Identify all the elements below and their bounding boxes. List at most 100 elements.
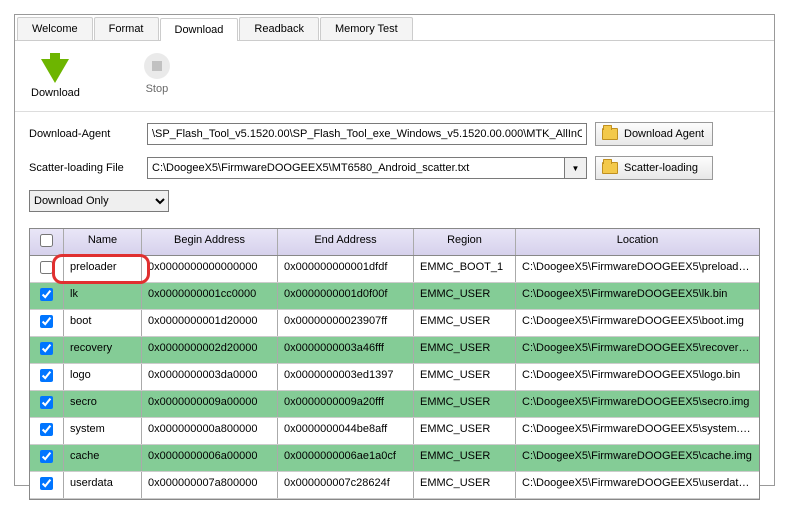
cell-location: C:\DoogeeX5\FirmwareDOOGEEX5\secro.img xyxy=(516,391,759,417)
header-name[interactable]: Name xyxy=(64,229,142,255)
table-row[interactable]: recovery0x0000000002d200000x0000000003a4… xyxy=(30,337,759,364)
cell-begin: 0x0000000001cc0000 xyxy=(142,283,278,309)
cell-begin: 0x0000000001d20000 xyxy=(142,310,278,336)
folder-icon xyxy=(602,128,618,140)
cell-end: 0x000000000001dfdf xyxy=(278,256,414,282)
header-begin[interactable]: Begin Address xyxy=(142,229,278,255)
table-row[interactable]: logo0x0000000003da00000x0000000003ed1397… xyxy=(30,364,759,391)
cell-begin: 0x0000000000000000 xyxy=(142,256,278,282)
form-area: Download-Agent Download Agent Scatter-lo… xyxy=(15,112,774,228)
scatter-file-input[interactable] xyxy=(147,157,565,179)
cell-region: EMMC_USER xyxy=(414,337,516,363)
row-checkbox-cell xyxy=(30,256,64,282)
tab-bar: Welcome Format Download Readback Memory … xyxy=(15,15,774,41)
cell-region: EMMC_USER xyxy=(414,472,516,498)
cell-region: EMMC_USER xyxy=(414,418,516,444)
stop-label: Stop xyxy=(146,83,169,95)
header-region[interactable]: Region xyxy=(414,229,516,255)
download-mode-select[interactable]: Download Only xyxy=(29,190,169,212)
row-checkbox[interactable] xyxy=(40,261,53,274)
row-checkbox[interactable] xyxy=(40,315,53,328)
tab-welcome[interactable]: Welcome xyxy=(17,17,93,40)
table-row[interactable]: secro0x0000000009a000000x0000000009a20ff… xyxy=(30,391,759,418)
row-checkbox-cell xyxy=(30,445,64,471)
download-button[interactable]: Download xyxy=(31,53,80,99)
select-all-checkbox[interactable] xyxy=(40,234,53,247)
row-checkbox[interactable] xyxy=(40,477,53,490)
scatter-loading-button[interactable]: Scatter-loading xyxy=(595,156,713,180)
header-location[interactable]: Location xyxy=(516,229,759,255)
table-row[interactable]: cache0x0000000006a000000x0000000006ae1a0… xyxy=(30,445,759,472)
row-checkbox[interactable] xyxy=(40,342,53,355)
main-window: Welcome Format Download Readback Memory … xyxy=(14,14,775,486)
cell-name: cache xyxy=(64,445,142,471)
cell-begin: 0x000000000a800000 xyxy=(142,418,278,444)
cell-region: EMMC_USER xyxy=(414,310,516,336)
table-row[interactable]: userdata0x000000007a8000000x000000007c28… xyxy=(30,472,759,499)
cell-location: C:\DoogeeX5\FirmwareDOOGEEX5\lk.bin xyxy=(516,283,759,309)
stop-icon xyxy=(144,53,170,79)
partition-table: Name Begin Address End Address Region Lo… xyxy=(29,228,760,500)
row-checkbox-cell xyxy=(30,472,64,498)
table-row[interactable]: boot0x0000000001d200000x00000000023907ff… xyxy=(30,310,759,337)
row-checkbox-cell xyxy=(30,310,64,336)
cell-region: EMMC_USER xyxy=(414,391,516,417)
download-agent-button[interactable]: Download Agent xyxy=(595,122,713,146)
cell-end: 0x0000000009a20fff xyxy=(278,391,414,417)
cell-name: lk xyxy=(64,283,142,309)
cell-end: 0x00000000023907ff xyxy=(278,310,414,336)
row-checkbox[interactable] xyxy=(40,288,53,301)
row-checkbox[interactable] xyxy=(40,423,53,436)
row-checkbox-cell xyxy=(30,418,64,444)
table-row[interactable]: system0x000000000a8000000x0000000044be8a… xyxy=(30,418,759,445)
tab-readback[interactable]: Readback xyxy=(239,17,319,40)
row-checkbox-cell xyxy=(30,391,64,417)
download-agent-label: Download-Agent xyxy=(29,128,139,140)
cell-begin: 0x0000000003da0000 xyxy=(142,364,278,390)
cell-location: C:\DoogeeX5\FirmwareDOOGEEX5\userdata.i.… xyxy=(516,472,759,498)
stop-button[interactable]: Stop xyxy=(144,53,170,99)
scatter-file-label: Scatter-loading File xyxy=(29,162,139,174)
row-checkbox-cell xyxy=(30,364,64,390)
cell-end: 0x0000000003ed1397 xyxy=(278,364,414,390)
cell-location: C:\DoogeeX5\FirmwareDOOGEEX5\preloader_.… xyxy=(516,256,759,282)
header-checkbox-cell xyxy=(30,229,64,255)
row-checkbox-cell xyxy=(30,283,64,309)
table-row[interactable]: lk0x0000000001cc00000x0000000001d0f00fEM… xyxy=(30,283,759,310)
cell-end: 0x0000000001d0f00f xyxy=(278,283,414,309)
cell-name: secro xyxy=(64,391,142,417)
cell-location: C:\DoogeeX5\FirmwareDOOGEEX5\logo.bin xyxy=(516,364,759,390)
cell-begin: 0x0000000006a00000 xyxy=(142,445,278,471)
download-label: Download xyxy=(31,87,80,99)
cell-region: EMMC_USER xyxy=(414,445,516,471)
download-arrow-icon xyxy=(41,53,69,83)
cell-region: EMMC_USER xyxy=(414,364,516,390)
tab-format[interactable]: Format xyxy=(94,17,159,40)
table-body: preloader0x00000000000000000x00000000000… xyxy=(30,256,759,499)
tab-memory-test[interactable]: Memory Test xyxy=(320,17,413,40)
folder-icon xyxy=(602,162,618,174)
scatter-dropdown-button[interactable]: ▼ xyxy=(565,157,587,179)
toolbar: Download Stop xyxy=(15,41,774,112)
header-end[interactable]: End Address xyxy=(278,229,414,255)
cell-name: preloader xyxy=(64,256,142,282)
tab-download[interactable]: Download xyxy=(160,18,239,41)
row-checkbox[interactable] xyxy=(40,450,53,463)
cell-end: 0x0000000003a46fff xyxy=(278,337,414,363)
cell-begin: 0x0000000002d20000 xyxy=(142,337,278,363)
cell-begin: 0x0000000009a00000 xyxy=(142,391,278,417)
cell-region: EMMC_USER xyxy=(414,283,516,309)
cell-name: system xyxy=(64,418,142,444)
row-checkbox[interactable] xyxy=(40,396,53,409)
table-row[interactable]: preloader0x00000000000000000x00000000000… xyxy=(30,256,759,283)
row-checkbox-cell xyxy=(30,337,64,363)
cell-location: C:\DoogeeX5\FirmwareDOOGEEX5\boot.img xyxy=(516,310,759,336)
cell-location: C:\DoogeeX5\FirmwareDOOGEEX5\recovery.i.… xyxy=(516,337,759,363)
cell-location: C:\DoogeeX5\FirmwareDOOGEEX5\cache.img xyxy=(516,445,759,471)
cell-name: logo xyxy=(64,364,142,390)
cell-end: 0x0000000044be8aff xyxy=(278,418,414,444)
download-agent-input[interactable] xyxy=(147,123,587,145)
row-checkbox[interactable] xyxy=(40,369,53,382)
table-header: Name Begin Address End Address Region Lo… xyxy=(30,229,759,256)
cell-location: C:\DoogeeX5\FirmwareDOOGEEX5\system.img xyxy=(516,418,759,444)
